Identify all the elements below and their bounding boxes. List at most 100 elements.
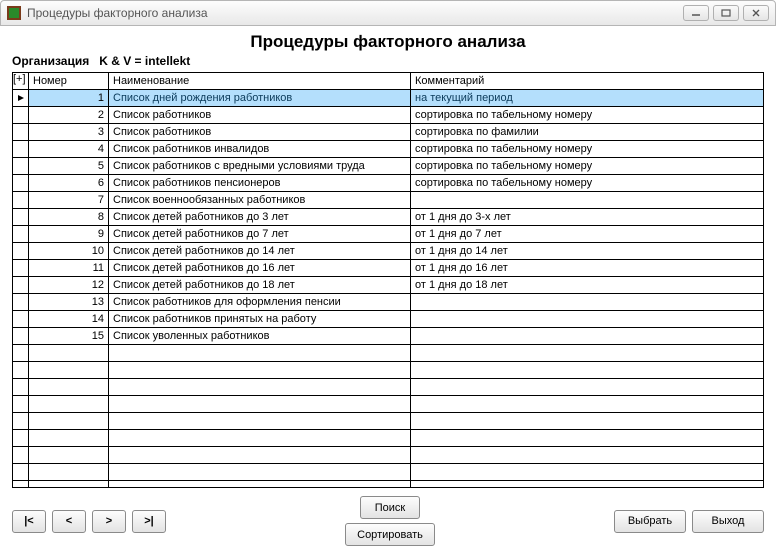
table-row[interactable]: 4Список работников инвалидовсортировка п… [13,141,763,158]
nav-group: |< < > >| [12,510,166,533]
table-row[interactable] [13,396,763,413]
minimize-button[interactable] [683,5,709,21]
select-button[interactable]: Выбрать [614,510,686,533]
table-row[interactable]: 6Список работников пенсионеровсортировка… [13,175,763,192]
cell-empty [29,430,109,446]
table-row[interactable] [13,447,763,464]
cell-empty [109,345,411,361]
footer: |< < > >| Поиск Сортировать Выбрать Выхо… [12,488,764,546]
cell-empty [13,413,29,429]
table-row[interactable] [13,362,763,379]
row-marker [13,243,29,259]
maximize-button[interactable] [713,5,739,21]
close-button[interactable] [743,5,769,21]
table-row[interactable]: 15Список уволенных работников [13,328,763,345]
grid-body[interactable]: 1Список дней рождения работниковна текущ… [13,90,763,487]
table-row[interactable]: 10Список детей работников до 14 летот 1 … [13,243,763,260]
cell-empty [29,345,109,361]
cell-empty [109,464,411,480]
cell-name: Список работников [109,124,411,140]
cell-empty [29,481,109,487]
nav-prev-button[interactable]: < [52,510,86,533]
col-header-marker[interactable]: [+] [13,73,29,89]
nav-next-button[interactable]: > [92,510,126,533]
cell-empty [13,362,29,378]
cell-comment: от 1 дня до 3-х лет [411,209,763,225]
cell-empty [411,481,763,487]
cell-empty [411,447,763,463]
cell-num: 11 [29,260,109,276]
cell-num: 14 [29,311,109,327]
col-header-name[interactable]: Наименование [109,73,411,89]
table-row[interactable] [13,379,763,396]
table-row[interactable]: 8Список детей работников до 3 летот 1 дн… [13,209,763,226]
cell-name: Список работников для оформления пенсии [109,294,411,310]
grid-header: [+] Номер Наименование Комментарий [13,73,763,90]
col-header-comment[interactable]: Комментарий [411,73,763,89]
cell-comment: сортировка по табельному номеру [411,158,763,174]
table-row[interactable]: 1Список дней рождения работниковна текущ… [13,90,763,107]
row-marker [13,107,29,123]
cell-name: Список детей работников до 3 лет [109,209,411,225]
cell-name: Список уволенных работников [109,328,411,344]
cell-empty [411,464,763,480]
table-row[interactable] [13,481,763,487]
sort-button[interactable]: Сортировать [345,523,435,546]
cell-num: 9 [29,226,109,242]
table-row[interactable]: 3Список работниковсортировка по фамилии [13,124,763,141]
cell-empty [109,362,411,378]
cell-name: Список детей работников до 18 лет [109,277,411,293]
cell-empty [13,379,29,395]
cell-empty [13,396,29,412]
table-row[interactable]: 11Список детей работников до 16 летот 1 … [13,260,763,277]
cell-comment [411,192,763,208]
org-value: K & V = intellekt [99,54,190,68]
cell-num: 7 [29,192,109,208]
table-row[interactable]: 5Список работников с вредными условиями … [13,158,763,175]
row-marker [13,124,29,140]
table-row[interactable] [13,464,763,481]
table-row[interactable]: 2Список работниковсортировка по табельно… [13,107,763,124]
table-row[interactable] [13,413,763,430]
col-header-num[interactable]: Номер [29,73,109,89]
cell-empty [29,464,109,480]
cell-empty [411,379,763,395]
cell-empty [29,379,109,395]
cell-empty [411,430,763,446]
table-row[interactable]: 7Список военнообязанных работников [13,192,763,209]
cell-name: Список работников принятых на работу [109,311,411,327]
cell-empty [109,413,411,429]
table-row[interactable]: 14Список работников принятых на работу [13,311,763,328]
cell-num: 13 [29,294,109,310]
row-marker [13,209,29,225]
cell-name: Список работников инвалидов [109,141,411,157]
cell-num: 15 [29,328,109,344]
cell-name: Список работников с вредными условиями т… [109,158,411,174]
row-marker [13,141,29,157]
cell-num: 2 [29,107,109,123]
cell-empty [411,362,763,378]
data-grid[interactable]: [+] Номер Наименование Комментарий 1Спис… [12,72,764,488]
cell-name: Список детей работников до 16 лет [109,260,411,276]
cell-comment: на текущий период [411,90,763,106]
table-row[interactable]: 12Список детей работников до 18 летот 1 … [13,277,763,294]
cell-comment [411,328,763,344]
search-button[interactable]: Поиск [360,496,420,519]
cell-empty [13,430,29,446]
table-row[interactable]: 9Список детей работников до 7 летот 1 дн… [13,226,763,243]
cell-empty [29,396,109,412]
titlebar: Процедуры факторного анализа [0,0,776,26]
exit-button[interactable]: Выход [692,510,764,533]
table-row[interactable] [13,345,763,362]
nav-last-button[interactable]: >| [132,510,166,533]
cell-empty [13,481,29,487]
cell-empty [29,447,109,463]
table-row[interactable]: 13Список работников для оформления пенси… [13,294,763,311]
cell-num: 1 [29,90,109,106]
cell-empty [411,345,763,361]
nav-first-button[interactable]: |< [12,510,46,533]
cell-comment: сортировка по табельному номеру [411,141,763,157]
cell-comment: от 1 дня до 7 лет [411,226,763,242]
cell-name: Список детей работников до 14 лет [109,243,411,259]
table-row[interactable] [13,430,763,447]
